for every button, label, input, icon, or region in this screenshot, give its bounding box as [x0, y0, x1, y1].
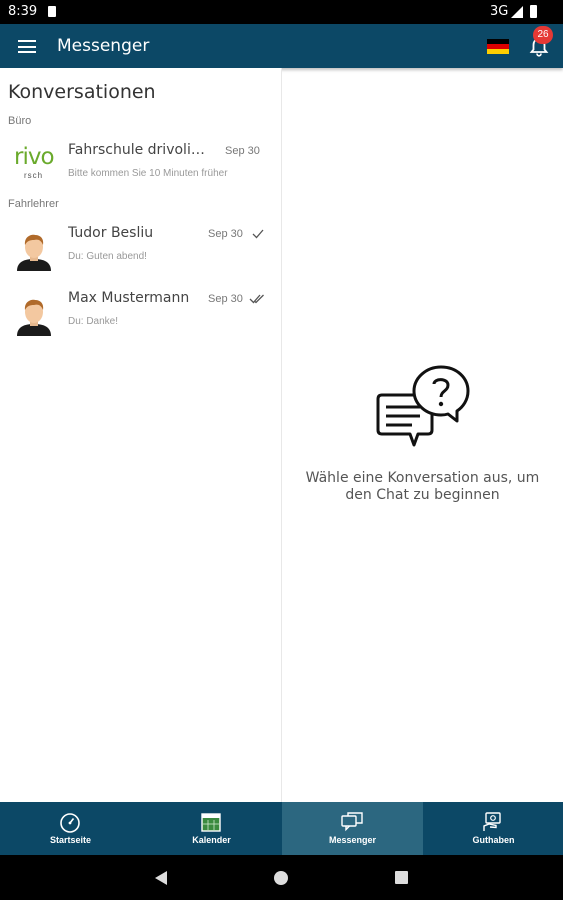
nav-item-kalender[interactable]: Kalender: [141, 802, 282, 855]
chat-question-icon: [376, 365, 470, 447]
conversation-list-pane: Konversationen Büro rivo rsch Fahrschule…: [0, 68, 281, 802]
conversation-name: Tudor Besliu: [68, 225, 154, 241]
nav-label: Startseite: [49, 835, 92, 845]
status-time: 8:39: [8, 4, 38, 19]
speedometer-icon: [60, 813, 80, 833]
bottom-navigation: Startseite Kalender Messenger Guthaben: [0, 802, 563, 855]
conversation-date: Sep 30: [208, 228, 243, 240]
nav-label: Kalender: [192, 835, 231, 845]
chat-empty-state: Wähle eine Konversation aus, um den Chat…: [282, 68, 563, 802]
conversation-preview: Bitte kommen Sie 10 Minuten früher: [68, 168, 228, 179]
logo-text: rivo: [14, 144, 55, 170]
avatar-icon: [17, 234, 51, 271]
status-bar: 8:39 3G: [0, 0, 563, 24]
back-icon[interactable]: [153, 870, 169, 886]
sim-card-icon: [48, 6, 56, 17]
conversation-date: Sep 30: [208, 293, 243, 305]
nav-label: Messenger: [328, 835, 377, 845]
conversation-item-driving-school[interactable]: rivo rsch Fahrschule drivolino Bitte kom…: [0, 140, 281, 200]
section-label-buero: Büro: [8, 115, 32, 127]
section-label-fahrlehrer: Fahrlehrer: [8, 198, 59, 210]
home-icon[interactable]: [274, 871, 288, 885]
wallet-icon: [483, 812, 501, 831]
conversation-item-tudor[interactable]: Tudor Besliu Du: Guten abend! Sep 30: [0, 223, 281, 283]
sent-check-icon: [252, 229, 264, 239]
german-flag-icon[interactable]: [487, 39, 509, 54]
conversation-name: Fahrschule drivolino: [68, 142, 208, 158]
battery-icon: [530, 5, 537, 18]
read-double-check-icon: [249, 294, 264, 304]
conversation-item-max[interactable]: Max Mustermann Du: Danke! Sep 30: [0, 288, 281, 348]
avatar-icon: [17, 299, 51, 336]
nav-item-startseite[interactable]: Startseite: [0, 802, 141, 855]
school-logo: rivo rsch: [14, 144, 58, 184]
conversation-preview: Du: Guten abend!: [68, 251, 147, 262]
nav-label: Guthaben: [472, 835, 515, 845]
list-title: Konversationen: [8, 81, 156, 103]
empty-state-message: Wähle eine Konversation aus, um den Chat…: [305, 470, 540, 503]
conversation-preview: Du: Danke!: [68, 316, 119, 327]
nav-item-messenger[interactable]: Messenger: [282, 802, 423, 855]
logo-subtext: rsch: [24, 171, 44, 180]
calendar-icon: [201, 813, 221, 832]
nav-item-guthaben[interactable]: Guthaben: [423, 802, 563, 855]
notification-badge[interactable]: 26: [533, 26, 553, 44]
system-navigation: [0, 855, 563, 900]
signal-icon: [511, 6, 523, 18]
app-title: Messenger: [57, 36, 150, 56]
app-bar: Messenger 26: [0, 24, 563, 68]
conversation-name: Max Mustermann: [68, 290, 190, 306]
chat-icon: [341, 812, 363, 832]
network-type: 3G: [490, 4, 509, 19]
recent-apps-icon[interactable]: [395, 871, 408, 884]
conversation-date: Sep 30: [225, 145, 260, 157]
menu-icon[interactable]: [18, 40, 36, 53]
